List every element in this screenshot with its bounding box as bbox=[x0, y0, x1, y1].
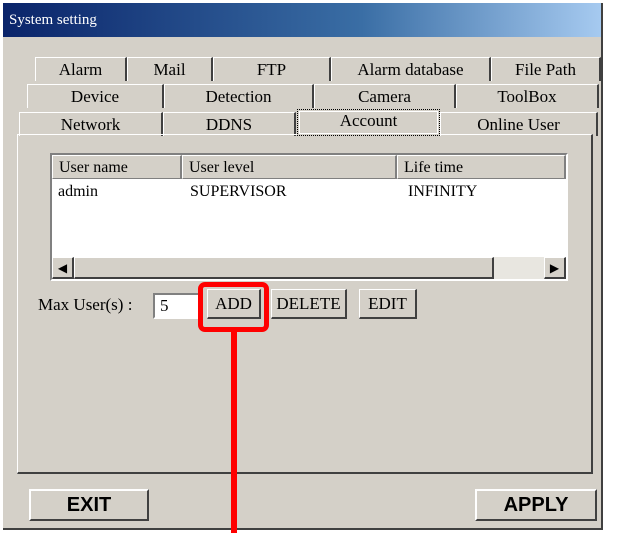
tab-mail[interactable]: Mail bbox=[127, 57, 213, 81]
cell-life-time: INFINITY bbox=[408, 183, 478, 200]
tab-device[interactable]: Device bbox=[27, 84, 164, 108]
tab-alarm-database[interactable]: Alarm database bbox=[331, 57, 491, 81]
delete-button[interactable]: DELETE bbox=[271, 289, 347, 319]
tab-online-user[interactable]: Online User bbox=[440, 112, 598, 136]
cell-user-name: admin bbox=[58, 183, 98, 200]
tab-ddns[interactable]: DDNS bbox=[163, 112, 296, 136]
tab-toolbox[interactable]: ToolBox bbox=[456, 84, 599, 108]
max-users-label: Max User(s) : bbox=[38, 295, 133, 314]
annotation-pointer-line bbox=[231, 332, 237, 533]
horizontal-scrollbar[interactable]: ◀ ▶ bbox=[52, 257, 566, 279]
tab-ftp[interactable]: FTP bbox=[213, 57, 331, 81]
tab-account[interactable]: Account bbox=[297, 109, 440, 136]
max-users-input[interactable]: 5 bbox=[153, 293, 201, 319]
column-header-user-name[interactable]: User name bbox=[52, 155, 182, 179]
column-header-life-time[interactable]: Life time bbox=[397, 155, 566, 179]
apply-button[interactable]: APPLY bbox=[475, 489, 597, 521]
cell-user-level: SUPERVISOR bbox=[190, 183, 287, 200]
users-table[interactable]: User name User level Life time admin SUP… bbox=[50, 153, 568, 281]
scrollbar-thumb[interactable] bbox=[74, 257, 494, 279]
tab-camera[interactable]: Camera bbox=[314, 84, 456, 108]
tab-alarm[interactable]: Alarm bbox=[35, 57, 127, 81]
tab-network[interactable]: Network bbox=[19, 112, 163, 136]
exit-button[interactable]: EXIT bbox=[29, 489, 149, 521]
scroll-right-icon[interactable]: ▶ bbox=[544, 257, 566, 279]
add-button-highlight bbox=[198, 282, 269, 332]
edit-button[interactable]: EDIT bbox=[359, 289, 417, 319]
scroll-left-icon[interactable]: ◀ bbox=[52, 257, 74, 279]
column-header-user-level[interactable]: User level bbox=[182, 155, 397, 179]
tab-file-path[interactable]: File Path bbox=[491, 57, 601, 81]
tab-detection[interactable]: Detection bbox=[164, 84, 314, 108]
window-title: System setting bbox=[3, 3, 601, 37]
